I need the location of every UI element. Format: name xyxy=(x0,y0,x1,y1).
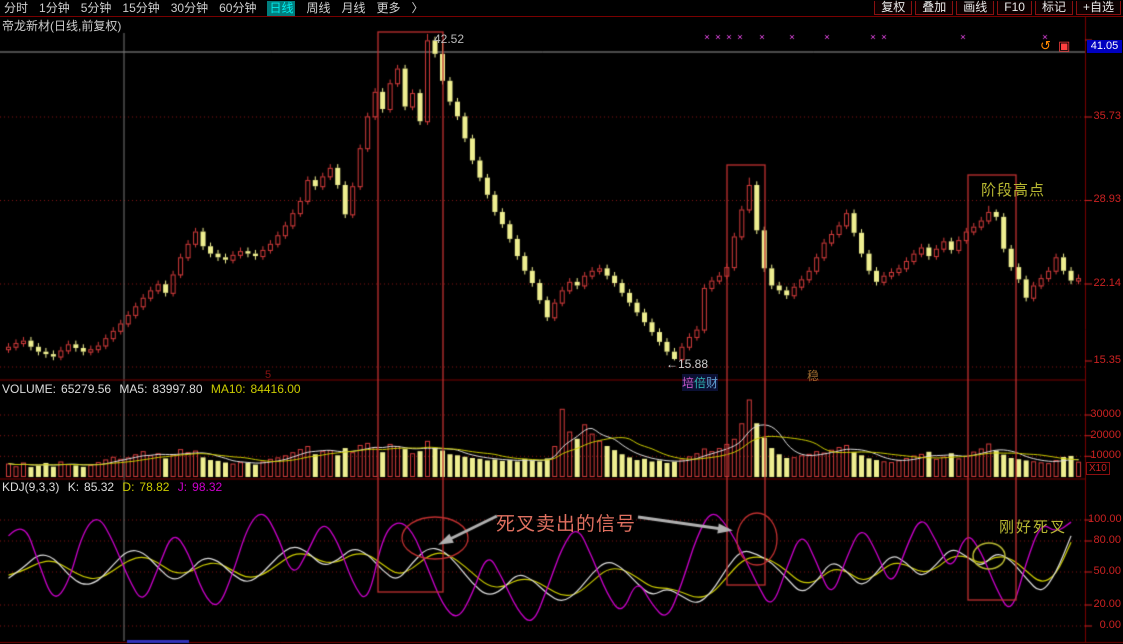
kdj-k-label: K: xyxy=(68,480,79,494)
kdj-axis-label: 50.00 xyxy=(1088,566,1121,577)
toolbar-buttons: 复权叠加画线F10标记+自选 xyxy=(871,0,1123,16)
period-tab-9[interactable]: 更多 xyxy=(377,1,401,16)
toolbar-button-4[interactable]: 标记 xyxy=(1035,1,1073,15)
kdj-axis-label: 20.00 xyxy=(1088,599,1121,610)
period-tab-0[interactable]: 分时 xyxy=(4,1,28,16)
volume-label: VOLUME: xyxy=(2,382,56,396)
annotation-just-death-cross: 刚好死叉 xyxy=(999,516,1067,537)
toolbar: 分时 1分钟 5分钟 15分钟 30分钟 60分钟日线周线月线更多〉 复权叠加画线F10标… xyxy=(0,0,1123,17)
chart-title: 帝龙新材(日线,前复权) xyxy=(2,17,121,34)
chart-canvas[interactable] xyxy=(0,0,1123,644)
volume-ma10-label: MA10: xyxy=(211,382,246,396)
refresh-icon[interactable]: ↺ xyxy=(1040,38,1051,54)
toolbar-button-2[interactable]: 画线 xyxy=(956,1,994,15)
stock-app-window: 分时 1分钟 5分钟 15分钟 30分钟 60分钟日线周线月线更多〉 复权叠加画线F10标… xyxy=(0,0,1123,644)
annotation-death-cross-signal: 死叉卖出的信号 xyxy=(496,509,636,536)
volume-axis-label: 20000 xyxy=(1088,430,1121,441)
kdj-d-value: 78.82 xyxy=(139,480,169,494)
volume-axis-label: 10000 xyxy=(1088,450,1121,461)
low-price-marker: ←15.88 xyxy=(666,357,708,371)
price-axis-label: 22.14 xyxy=(1088,278,1121,289)
low-price-label: 15.88 xyxy=(678,357,708,371)
kdj-j-value: 98.32 xyxy=(192,480,222,494)
period-tab-4[interactable]: 30分钟 xyxy=(171,1,208,16)
period-tab-6[interactable]: 日线 xyxy=(267,1,295,16)
toolbar-button-1[interactable]: 叠加 xyxy=(915,1,953,15)
period-tab-10[interactable]: 〉 xyxy=(412,1,424,16)
watermark-char: 稳 xyxy=(807,367,819,384)
kdj-axis-label: 100.00 xyxy=(1088,514,1121,525)
kdj-axis-label: 80.00 xyxy=(1088,535,1121,546)
watermark-digit: 5 xyxy=(265,369,271,381)
volume-value: 65279.56 xyxy=(61,382,111,396)
price-axis-label: 28.93 xyxy=(1088,194,1121,205)
kdj-axis-label: 0.00 xyxy=(1088,620,1121,631)
toolbar-button-0[interactable]: 复权 xyxy=(874,1,912,15)
toolbar-button-5[interactable]: +自选 xyxy=(1076,1,1121,15)
kdj-label: KDJ(9,3,3) xyxy=(2,480,59,494)
volume-ma5-label: MA5: xyxy=(119,382,147,396)
kdj-d-label: D: xyxy=(122,480,134,494)
price-axis-label: 15.35 xyxy=(1088,355,1121,366)
current-price-tag: 41.05 xyxy=(1087,40,1122,53)
volume-header: VOLUME: 65279.56 MA5: 83997.80 MA10: 84416.… xyxy=(2,382,306,396)
toolbar-button-3[interactable]: F10 xyxy=(997,1,1032,15)
kdj-header: KDJ(9,3,3) K: 85.32 D: 78.82 J: 98.32 xyxy=(2,480,227,494)
period-tab-1[interactable]: 1分钟 xyxy=(39,1,70,16)
left-arrow-icon: ← xyxy=(666,357,678,371)
volume-ma10-value: 84416.00 xyxy=(251,382,301,396)
window-box-icon[interactable]: ▣ xyxy=(1058,38,1070,54)
period-tab-3[interactable]: 15分钟 xyxy=(122,1,159,16)
volume-axis-label: 30000 xyxy=(1088,409,1121,420)
watermark-char: 培 xyxy=(682,376,694,390)
period-tab-5[interactable]: 60分钟 xyxy=(219,1,256,16)
volume-ma5-value: 83997.80 xyxy=(152,382,202,396)
kdj-k-value: 85.32 xyxy=(84,480,114,494)
kdj-j-label: J: xyxy=(178,480,187,494)
period-tabs: 分时 1分钟 5分钟 15分钟 30分钟 60分钟日线周线月线更多〉 xyxy=(0,0,435,16)
volume-unit-label: X10 xyxy=(1086,462,1110,475)
period-tab-2[interactable]: 5分钟 xyxy=(81,1,112,16)
high-price-label: 42.52 xyxy=(434,32,464,46)
watermark-text: 培倍财 xyxy=(682,374,718,391)
period-tab-7[interactable]: 周线 xyxy=(306,1,330,16)
watermark-char: 倍 xyxy=(694,376,706,390)
period-tab-8[interactable]: 月线 xyxy=(342,1,366,16)
annotation-stage-high: 阶段高点 xyxy=(981,179,1045,200)
price-axis-label: 35.73 xyxy=(1088,111,1121,122)
watermark-char: 财 xyxy=(706,376,718,390)
